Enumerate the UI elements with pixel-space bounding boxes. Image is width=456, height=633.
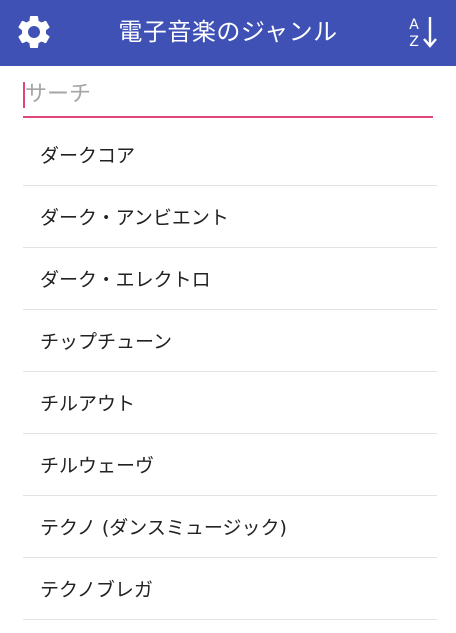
app-bar: 電子音楽のジャンル A Z bbox=[0, 0, 456, 66]
list-item-label: チルウェーヴ bbox=[40, 455, 155, 477]
sort-button[interactable]: A Z bbox=[406, 12, 442, 52]
search-field[interactable] bbox=[23, 74, 435, 118]
list-item[interactable]: ダーク・アンビエント bbox=[23, 186, 437, 248]
list-item-label: テクノブレガ bbox=[40, 579, 153, 601]
svg-text:A: A bbox=[409, 17, 419, 33]
list-item-label: ダークコア bbox=[40, 145, 136, 167]
list-item-label: チルアウト bbox=[40, 393, 136, 415]
genre-list: ダークコアダーク・アンビエント ダーク・エレクトロ チップチューン チルアウトチルウェ… bbox=[23, 124, 437, 620]
list-item[interactable]: テクノ (ダンスミュージック) bbox=[23, 496, 437, 558]
list-item[interactable]: ダーク・エレクトロ bbox=[23, 248, 437, 310]
list-item[interactable]: テクノブレガ bbox=[23, 558, 437, 620]
page-title: 電子音楽のジャンル bbox=[118, 18, 338, 46]
list-item-label: テクノ (ダンスミュージック) bbox=[40, 517, 287, 539]
list-item[interactable]: チルウェーヴ bbox=[23, 434, 437, 496]
search-input[interactable] bbox=[23, 74, 435, 114]
list-item-label: ダーク・アンビエント bbox=[40, 207, 229, 229]
list-item[interactable]: チルアウト bbox=[23, 372, 437, 434]
svg-text:Z: Z bbox=[409, 34, 419, 50]
list-item-label: ダーク・エレクトロ bbox=[40, 269, 211, 291]
text-cursor bbox=[23, 82, 25, 108]
sort-alpha-icon: A Z bbox=[409, 17, 437, 50]
list-item[interactable]: ダークコア bbox=[23, 124, 437, 186]
list-item[interactable]: チップチューン bbox=[23, 310, 437, 372]
list-item-label: チップチューン bbox=[40, 331, 173, 353]
